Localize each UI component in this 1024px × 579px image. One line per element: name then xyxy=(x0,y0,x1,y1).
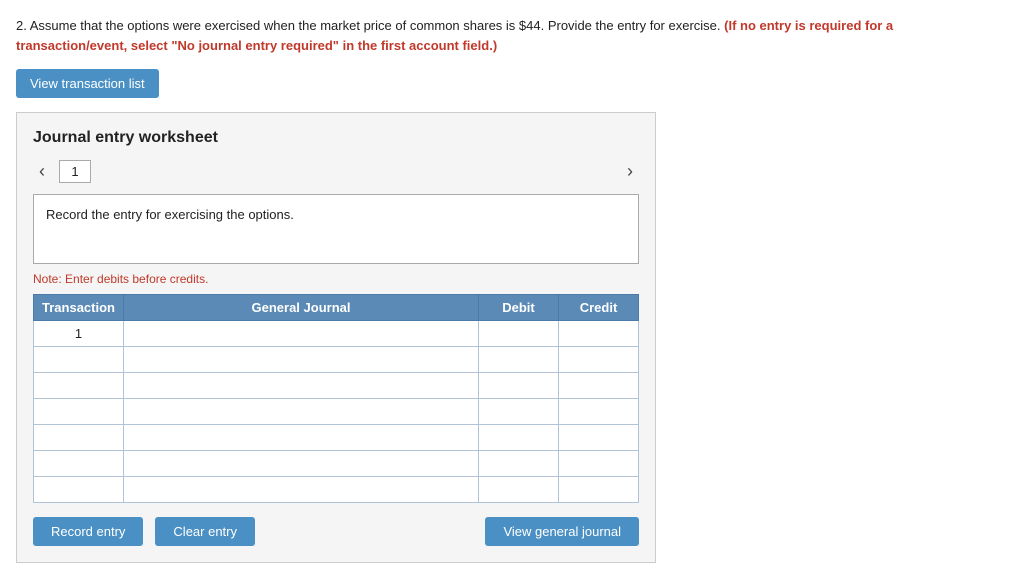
credit-input[interactable] xyxy=(559,321,638,346)
debit-input[interactable] xyxy=(479,477,558,502)
debit-input[interactable] xyxy=(479,373,558,398)
general-journal-input[interactable] xyxy=(124,477,478,502)
general-journal-input[interactable] xyxy=(124,321,478,346)
general-journal-cell[interactable] xyxy=(124,425,479,451)
debit-input[interactable] xyxy=(479,321,558,346)
general-journal-cell[interactable] xyxy=(124,451,479,477)
credit-cell[interactable] xyxy=(559,425,639,451)
debit-cell[interactable] xyxy=(479,321,559,347)
credit-input[interactable] xyxy=(559,477,638,502)
table-row: 1 xyxy=(34,321,639,347)
transaction-cell xyxy=(34,347,124,373)
worksheet-container: Journal entry worksheet ‹ 1 › Record the… xyxy=(16,112,656,563)
table-row xyxy=(34,477,639,503)
general-journal-input[interactable] xyxy=(124,451,478,476)
page-number: 1 xyxy=(59,160,91,183)
debit-input[interactable] xyxy=(479,425,558,450)
question-text: 2. Assume that the options were exercise… xyxy=(16,16,916,55)
general-journal-input[interactable] xyxy=(124,425,478,450)
credit-input[interactable] xyxy=(559,373,638,398)
general-journal-input[interactable] xyxy=(124,373,478,398)
credit-cell[interactable] xyxy=(559,399,639,425)
credit-cell[interactable] xyxy=(559,373,639,399)
table-row xyxy=(34,399,639,425)
description-box: Record the entry for exercising the opti… xyxy=(33,194,639,264)
debit-input[interactable] xyxy=(479,399,558,424)
general-journal-cell[interactable] xyxy=(124,477,479,503)
debit-cell[interactable] xyxy=(479,347,559,373)
table-row xyxy=(34,347,639,373)
description-text: Record the entry for exercising the opti… xyxy=(46,207,294,222)
journal-table: Transaction General Journal Debit Credit… xyxy=(33,294,639,503)
col-header-credit: Credit xyxy=(559,295,639,321)
col-header-transaction: Transaction xyxy=(34,295,124,321)
view-transaction-button[interactable]: View transaction list xyxy=(16,69,159,98)
general-journal-input[interactable] xyxy=(124,399,478,424)
worksheet-title: Journal entry worksheet xyxy=(33,129,639,147)
credit-input[interactable] xyxy=(559,451,638,476)
table-row xyxy=(34,451,639,477)
general-journal-cell[interactable] xyxy=(124,321,479,347)
table-row xyxy=(34,373,639,399)
view-general-journal-button[interactable]: View general journal xyxy=(485,517,639,546)
general-journal-cell[interactable] xyxy=(124,373,479,399)
transaction-cell xyxy=(34,451,124,477)
nav-row: ‹ 1 › xyxy=(33,159,639,184)
transaction-cell: 1 xyxy=(34,321,124,347)
record-entry-button[interactable]: Record entry xyxy=(33,517,143,546)
debit-input[interactable] xyxy=(479,347,558,372)
transaction-cell xyxy=(34,373,124,399)
note-text: Note: Enter debits before credits. xyxy=(33,272,639,286)
col-header-debit: Debit xyxy=(479,295,559,321)
button-row: Record entry Clear entry View general jo… xyxy=(33,517,639,546)
general-journal-cell[interactable] xyxy=(124,347,479,373)
debit-cell[interactable] xyxy=(479,425,559,451)
transaction-cell xyxy=(34,425,124,451)
general-journal-input[interactable] xyxy=(124,347,478,372)
clear-entry-button[interactable]: Clear entry xyxy=(155,517,255,546)
credit-cell[interactable] xyxy=(559,477,639,503)
debit-input[interactable] xyxy=(479,451,558,476)
credit-cell[interactable] xyxy=(559,321,639,347)
transaction-cell xyxy=(34,399,124,425)
credit-cell[interactable] xyxy=(559,451,639,477)
table-row xyxy=(34,425,639,451)
col-header-general-journal: General Journal xyxy=(124,295,479,321)
transaction-cell xyxy=(34,477,124,503)
next-page-button[interactable]: › xyxy=(621,159,639,184)
debit-cell[interactable] xyxy=(479,373,559,399)
prev-page-button[interactable]: ‹ xyxy=(33,159,51,184)
credit-input[interactable] xyxy=(559,399,638,424)
debit-cell[interactable] xyxy=(479,399,559,425)
credit-input[interactable] xyxy=(559,347,638,372)
credit-cell[interactable] xyxy=(559,347,639,373)
general-journal-cell[interactable] xyxy=(124,399,479,425)
debit-cell[interactable] xyxy=(479,477,559,503)
credit-input[interactable] xyxy=(559,425,638,450)
debit-cell[interactable] xyxy=(479,451,559,477)
